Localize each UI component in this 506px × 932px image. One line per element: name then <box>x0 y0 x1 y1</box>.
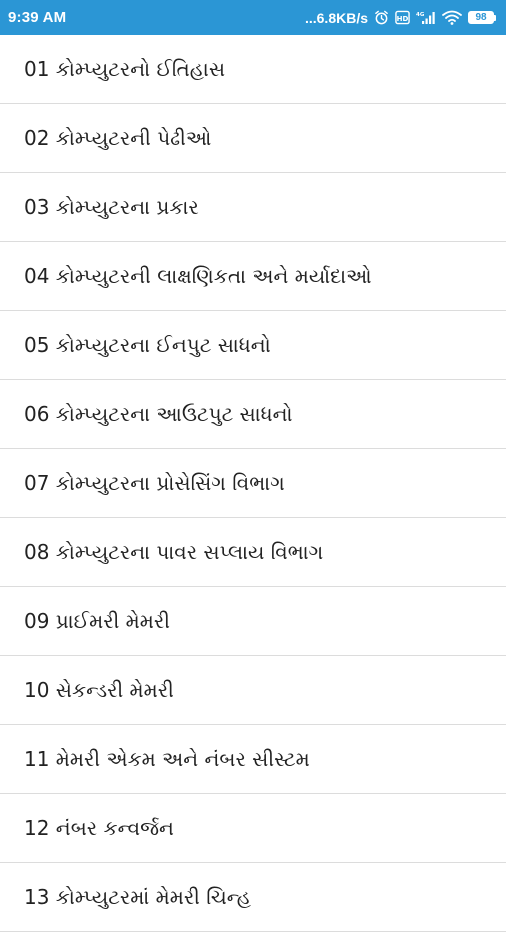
chapter-item[interactable]: 07 કોમ્પ્યુટરના પ્રોસેસિંગ વિભાગ <box>0 449 506 518</box>
alarm-icon <box>374 10 389 25</box>
signal-icon: 4G <box>416 10 436 25</box>
chapter-label: 02 કોમ્પ્યુટરની પેઢીઓ <box>24 126 212 150</box>
chapter-label: 12 નંબર કન્વર્જન <box>24 816 174 840</box>
chapter-list: 01 કોમ્પ્યુટરનો ઈતિહાસ 02 કોમ્પ્યુટરની પે… <box>0 35 506 932</box>
chapter-label: 03 કોમ્પ્યુટરના પ્રકાર <box>24 195 199 219</box>
chapter-label: 08 કોમ્પ્યુટરના પાવર સપ્લાય વિભાગ <box>24 540 324 564</box>
chapter-label: 01 કોમ્પ્યુટરનો ઈતિહાસ <box>24 57 226 81</box>
chapter-item[interactable]: 04 કોમ્પ્યુટરની લાક્ષણિકતા અને મર્યાદાઓ <box>0 242 506 311</box>
chapter-item[interactable]: 01 કોમ્પ્યુટરનો ઈતિહાસ <box>0 35 506 104</box>
chapter-item[interactable]: 09 પ્રાઈમરી મેમરી <box>0 587 506 656</box>
chapter-label: 05 કોમ્પ્યુટરના ઈનપુટ સાધનો <box>24 333 271 357</box>
chapter-label: 04 કોમ્પ્યુટરની લાક્ષણિકતા અને મર્યાદાઓ <box>24 264 372 288</box>
svg-text:HD: HD <box>397 14 409 23</box>
chapter-label: 06 કોમ્પ્યુટરના આઉટપુટ સાધનો <box>24 402 293 426</box>
chapter-item[interactable]: 06 કોમ્પ્યુટરના આઉટપુટ સાધનો <box>0 380 506 449</box>
chapter-item[interactable]: 08 કોમ્પ્યુટરના પાવર સપ્લાય વિભાગ <box>0 518 506 587</box>
hd-icon: HD <box>395 10 410 25</box>
status-icons: ...6.8KB/s HD 4G 98 <box>305 10 496 26</box>
chapter-item[interactable]: 10 સેકન્ડરી મેમરી <box>0 656 506 725</box>
chapter-item[interactable]: 02 કોમ્પ્યુટરની પેઢીઓ <box>0 104 506 173</box>
chapter-item[interactable]: 03 કોમ્પ્યુટરના પ્રકાર <box>0 173 506 242</box>
chapter-label: 09 પ્રાઈમરી મેમરી <box>24 609 170 633</box>
status-bar: 9:39 AM ...6.8KB/s HD 4G 98 <box>0 0 506 35</box>
chapter-label: 13 કોમ્પ્યુટરમાં મેમરી ચિન્હ <box>24 885 252 909</box>
svg-text:4G: 4G <box>416 12 425 18</box>
battery-level: 98 <box>468 11 494 24</box>
chapter-item[interactable]: 13 કોમ્પ્યુટરમાં મેમરી ચિન્હ <box>0 863 506 932</box>
chapter-label: 07 કોમ્પ્યુટરના પ્રોસેસિંગ વિભાગ <box>24 471 285 495</box>
battery-icon: 98 <box>468 11 496 24</box>
chapter-item[interactable]: 12 નંબર કન્વર્જન <box>0 794 506 863</box>
wifi-icon <box>442 10 462 25</box>
chapter-item[interactable]: 11 મેમરી એકમ અને નંબર સીસ્ટમ <box>0 725 506 794</box>
status-time: 9:39 AM <box>8 9 67 26</box>
network-speed: ...6.8KB/s <box>304 9 368 26</box>
chapter-label: 11 મેમરી એકમ અને નંબર સીસ્ટમ <box>24 747 310 771</box>
chapter-label: 10 સેકન્ડરી મેમરી <box>24 678 174 702</box>
chapter-item[interactable]: 05 કોમ્પ્યુટરના ઈનપુટ સાધનો <box>0 311 506 380</box>
